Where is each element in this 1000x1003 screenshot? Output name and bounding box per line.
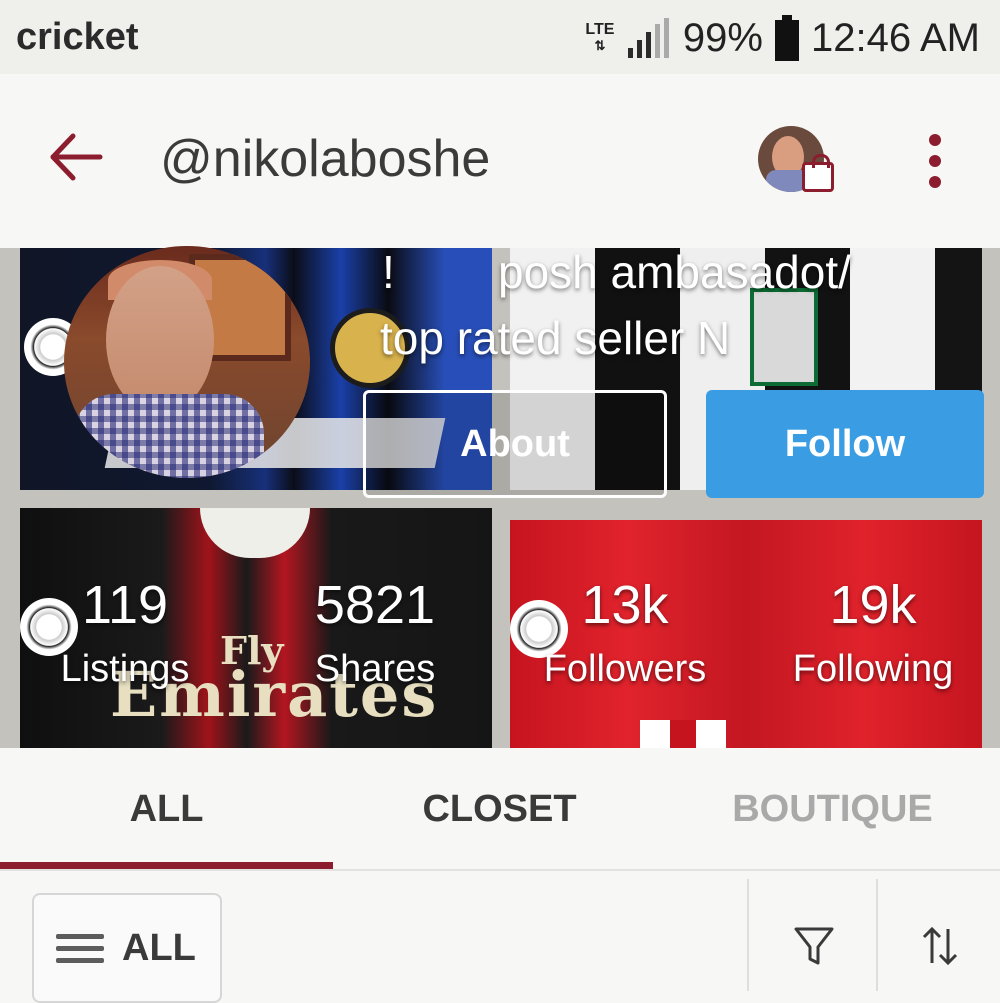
stat-label: Listings [60, 648, 190, 690]
stat-value: 19k [829, 575, 917, 635]
category-filter-button[interactable]: ALL [32, 893, 222, 1003]
stat-label: Following [792, 648, 954, 690]
more-vert-icon[interactable] [922, 134, 948, 198]
stat-value: 5821 [314, 575, 436, 635]
profile-avatar[interactable] [64, 246, 310, 478]
battery-icon [774, 15, 799, 61]
about-button[interactable]: About [363, 390, 667, 498]
lte-icon: LTE ⇅ [585, 21, 615, 54]
stat-label: Shares [314, 648, 436, 690]
tab-closet[interactable]: CLOSET [333, 748, 666, 870]
menu-icon [56, 927, 104, 970]
shopping-bag-icon[interactable] [802, 154, 834, 192]
arrow-left-icon[interactable] [45, 127, 105, 187]
status-icons: LTE ⇅ 99% 12:46 AM [580, 10, 980, 66]
tab-bar: ALL CLOSET BOUTIQUE [0, 748, 1000, 870]
stat-label: Followers [543, 648, 707, 690]
stat-followers[interactable]: 13k Followers [520, 573, 730, 695]
page-title: @nikolaboshe [160, 130, 491, 188]
stat-value: 119 [81, 575, 169, 635]
stat-listings[interactable]: 119 Listings [20, 573, 230, 695]
bio-line: top rated seller N [380, 312, 731, 364]
follow-button[interactable]: Follow [706, 390, 984, 498]
filter-bar: ALL [0, 871, 1000, 1003]
battery-percent: 99% [682, 15, 763, 60]
sort-icon[interactable] [918, 923, 962, 969]
filter-funnel-icon[interactable] [792, 923, 836, 969]
tab-boutique[interactable]: BOUTIQUE [666, 748, 999, 870]
status-bar: cricket LTE ⇅ 99% 12:46 AM [0, 0, 1000, 74]
stat-value: 13k [581, 575, 669, 635]
app-bar: @nikolaboshe [0, 74, 1000, 248]
stat-following[interactable]: 19k Following [768, 573, 978, 695]
divider [876, 879, 878, 991]
category-filter-label: ALL [122, 926, 196, 969]
bio-line: posh ambasadot/ [498, 246, 851, 298]
stat-shares[interactable]: 5821 Shares [270, 573, 480, 695]
carrier-name: cricket [16, 16, 139, 58]
signal-icon [627, 18, 669, 58]
clock: 12:46 AM [810, 15, 980, 60]
divider [747, 879, 749, 991]
tab-all[interactable]: ALL [0, 748, 333, 870]
